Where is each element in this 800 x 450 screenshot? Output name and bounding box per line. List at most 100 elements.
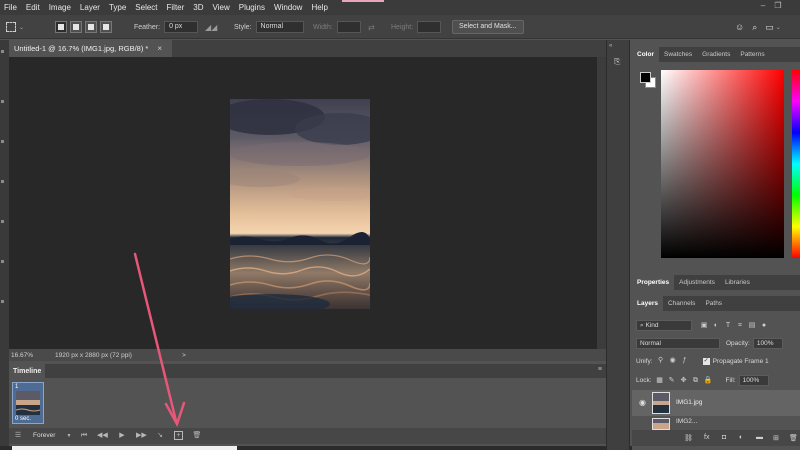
restore-icon[interactable]: ❐ (772, 1, 784, 11)
anti-alias-icon[interactable]: ◢◢ (205, 23, 217, 32)
unify-visibility-icon[interactable]: ◉ (669, 357, 677, 365)
status-menu-arrow[interactable]: > (182, 352, 186, 359)
unify-style-icon[interactable]: ƒ (681, 357, 689, 365)
color-picker-field[interactable] (661, 70, 784, 258)
menu-filter[interactable]: Filter (167, 3, 185, 12)
menu-3d[interactable]: 3D (193, 3, 203, 12)
adjustment-filter-icon[interactable]: ◐ (712, 322, 720, 330)
tab-layers[interactable]: Layers (632, 296, 663, 311)
tool-icon[interactable] (1, 220, 4, 223)
loop-select[interactable]: Forever (33, 432, 55, 439)
layer-style-icon[interactable]: fx (704, 434, 709, 441)
lock-all-icon[interactable]: 🔒 (704, 377, 713, 385)
minimize-icon[interactable]: – (757, 1, 769, 11)
lock-transparent-icon[interactable]: ▦ (656, 377, 664, 385)
history-panel-icon[interactable]: ⎘ (614, 57, 620, 67)
tool-icon[interactable] (1, 100, 4, 103)
document-tab[interactable]: Untitled-1 @ 16.7% (IMG1.jpg, RGB/8) * × (9, 40, 172, 57)
intersect-selection-button[interactable] (100, 21, 112, 33)
lock-artboard-icon[interactable]: ⧉ (692, 377, 700, 385)
smart-object-filter-icon[interactable]: ▤ (748, 322, 756, 330)
animation-frame[interactable]: 1 0 sec. (12, 382, 44, 424)
opacity-input[interactable]: 100% (752, 338, 783, 349)
search-icon[interactable]: ⌕ (752, 22, 757, 33)
close-icon[interactable]: × (157, 44, 162, 53)
style-select[interactable]: Normal (255, 21, 304, 33)
duplicate-frame-icon[interactable]: + (174, 431, 183, 440)
link-layers-icon[interactable]: ⛓ (684, 434, 693, 442)
tab-patterns[interactable]: Patterns (735, 47, 769, 62)
menu-view[interactable]: View (213, 3, 230, 12)
pixel-filter-icon[interactable]: ▣ (700, 322, 708, 330)
height-input[interactable] (417, 21, 442, 33)
menu-edit[interactable]: Edit (26, 3, 40, 12)
type-filter-icon[interactable]: T (724, 322, 732, 330)
canvas-area[interactable] (9, 57, 597, 349)
first-frame-icon[interactable]: ⏮ (79, 431, 89, 441)
marquee-tool-preset[interactable]: ⌄ (6, 15, 24, 39)
share-icon[interactable]: ☺ (735, 22, 744, 32)
width-input[interactable] (336, 21, 361, 33)
tab-properties[interactable]: Properties (632, 275, 675, 290)
add-selection-button[interactable] (70, 21, 82, 33)
lock-pixels-icon[interactable]: ✎ (668, 377, 676, 385)
lock-position-icon[interactable]: ✥ (680, 377, 688, 385)
next-frame-icon[interactable]: ▶▶ (136, 431, 147, 441)
trash-icon[interactable]: 🗑 (192, 431, 202, 441)
tool-icon[interactable] (1, 140, 4, 143)
frame-duration[interactable]: 0 sec. (15, 416, 31, 422)
menu-type[interactable]: Type (109, 3, 126, 12)
tab-color[interactable]: Color (632, 47, 659, 62)
layer-name[interactable]: IMG2... (676, 418, 697, 425)
zoom-level[interactable]: 16.67% (11, 352, 47, 359)
tool-strip[interactable] (0, 40, 9, 450)
select-and-mask-button[interactable]: Select and Mask... (452, 20, 524, 34)
swap-icon[interactable]: ⇄ (368, 23, 375, 32)
previous-frame-icon[interactable]: ◀◀ (97, 431, 108, 441)
new-selection-button[interactable] (55, 21, 67, 33)
tab-adjustments[interactable]: Adjustments (674, 275, 720, 290)
add-mask-icon[interactable]: ◘ (722, 434, 726, 441)
unify-position-icon[interactable]: ⚲ (657, 357, 665, 365)
new-adjustment-icon[interactable]: ◐ (739, 434, 743, 441)
filter-toggle-icon[interactable]: ● (760, 322, 768, 330)
shape-filter-icon[interactable]: ⌗ (736, 322, 744, 330)
document-image[interactable] (230, 99, 370, 309)
tool-icon[interactable] (1, 300, 4, 303)
fill-input[interactable]: 100% (738, 375, 769, 386)
foreground-color-swatch[interactable] (640, 72, 651, 83)
tool-icon[interactable] (1, 260, 4, 263)
tab-channels[interactable]: Channels (663, 296, 700, 311)
menu-plugins[interactable]: Plugins (239, 3, 265, 12)
play-icon[interactable]: ▶ (117, 431, 127, 441)
menu-file[interactable]: File (4, 3, 17, 12)
menu-window[interactable]: Window (274, 3, 302, 12)
chevron-down-icon[interactable]: ▼ (64, 431, 74, 441)
hue-slider[interactable] (792, 70, 800, 258)
tool-icon[interactable] (1, 180, 4, 183)
tab-libraries[interactable]: Libraries (720, 275, 755, 290)
trash-icon[interactable]: 🗑 (789, 434, 798, 442)
layer-row[interactable]: IMG2... (632, 416, 800, 430)
tab-swatches[interactable]: Swatches (659, 47, 697, 62)
new-layer-icon[interactable]: ⊞ (773, 434, 779, 442)
layer-name[interactable]: IMG1.jpg (676, 399, 702, 406)
vertical-scrollbar[interactable] (597, 57, 606, 349)
layer-filter-select[interactable]: ⌕ Kind (636, 320, 692, 331)
timeline-tab[interactable]: Timeline (9, 364, 46, 378)
propagate-checkbox[interactable]: ✓ (702, 357, 710, 365)
layer-row[interactable]: ◉ IMG1.jpg (632, 390, 800, 416)
menu-layer[interactable]: Layer (80, 3, 100, 12)
subtract-selection-button[interactable] (85, 21, 97, 33)
convert-timeline-icon[interactable]: ☰ (13, 431, 23, 441)
tween-icon[interactable]: ↘ (155, 431, 165, 441)
tab-gradients[interactable]: Gradients (697, 47, 735, 62)
tool-icon[interactable] (1, 50, 4, 53)
feather-input[interactable]: 0 px (164, 21, 199, 33)
workspace-icon[interactable]: ▭ (765, 22, 774, 33)
collapse-icon[interactable]: « (609, 43, 612, 49)
new-group-icon[interactable]: ▬ (756, 434, 763, 441)
menu-image[interactable]: Image (49, 3, 71, 12)
menu-help[interactable]: Help (311, 3, 327, 12)
blend-mode-select[interactable]: Normal (636, 338, 720, 349)
